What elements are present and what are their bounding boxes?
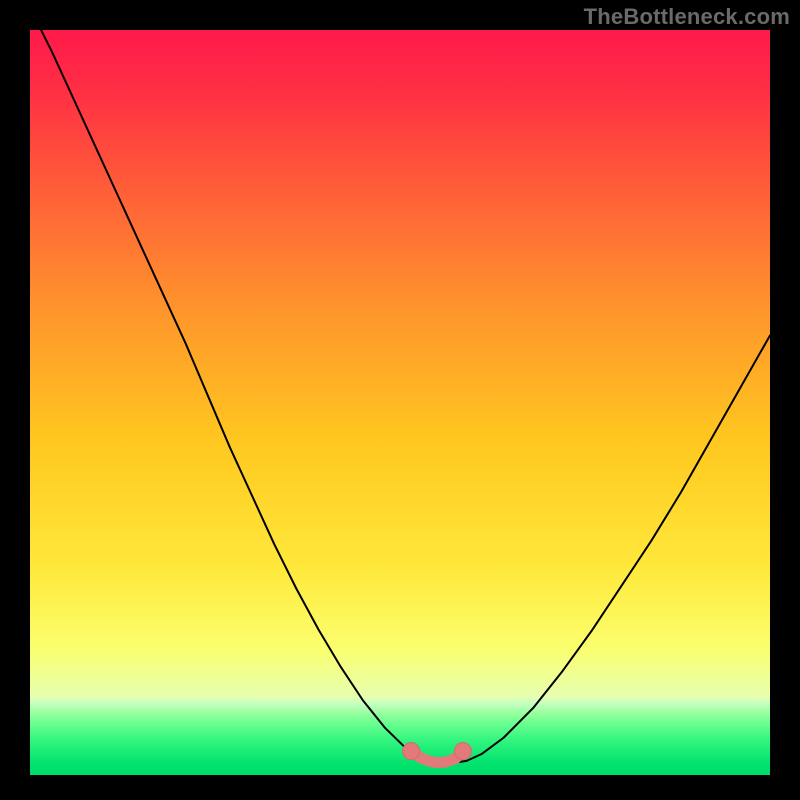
optimal-start-dot [403,743,420,760]
bottleneck-chart [30,30,770,775]
chart-frame: TheBottleneck.com [0,0,800,800]
optimal-end-dot [454,743,471,760]
gradient-background [30,30,770,775]
watermark-text: TheBottleneck.com [584,4,790,30]
chart-svg [30,30,770,775]
